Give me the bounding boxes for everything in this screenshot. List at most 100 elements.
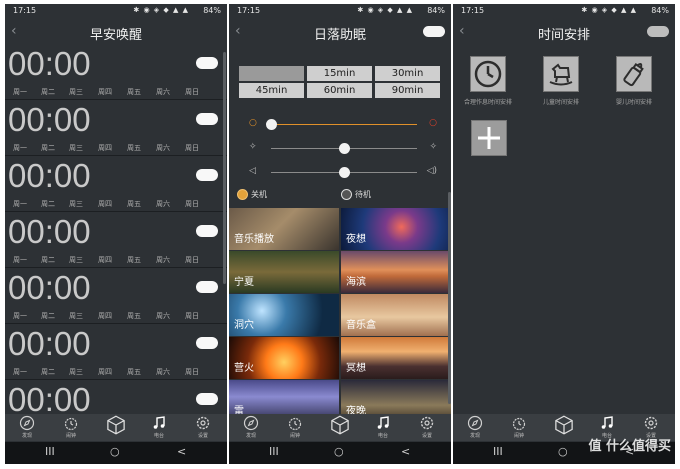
volume-slider[interactable]: ◁ ◁) (249, 166, 437, 180)
alarm-row[interactable]: 00:00 周一 周二 周三 周四 周五 周六 周日 (5, 100, 227, 156)
weekday-label[interactable]: 周一 (13, 311, 27, 321)
radio-standby[interactable]: 待机 (341, 189, 371, 200)
weekday-label[interactable]: 周五 (127, 311, 141, 321)
nav-item[interactable]: 闹钟 (53, 415, 89, 439)
alarm-row[interactable]: 00:00 周一 周二 周三 周四 周五 周六 周日 (5, 156, 227, 212)
sleep-aid-toggle[interactable] (423, 26, 445, 37)
sound-tile[interactable]: 营火 (229, 337, 339, 379)
weekday-label[interactable]: 周二 (41, 367, 55, 377)
timer-preset-button[interactable]: 30min (375, 66, 440, 81)
weekday-label[interactable]: 周二 (41, 311, 55, 321)
alarm-toggle[interactable] (196, 169, 218, 181)
weekday-label[interactable]: 周六 (156, 143, 170, 153)
nav-item[interactable] (322, 415, 358, 436)
nav-item[interactable]: 闹钟 (277, 415, 313, 439)
weekday-label[interactable]: 周日 (185, 255, 199, 265)
nav-item[interactable]: 设置 (409, 415, 445, 439)
timer-preset-button[interactable] (239, 66, 304, 81)
sound-tile[interactable]: 洞穴 (229, 294, 339, 336)
weekday-label[interactable]: 周一 (13, 87, 27, 97)
alarm-time[interactable]: 00:00 (8, 101, 91, 139)
slider-knob[interactable] (266, 119, 277, 130)
system-back-button[interactable]: < (401, 445, 410, 458)
add-schedule-button[interactable] (471, 120, 507, 156)
weekday-label[interactable]: 周二 (41, 199, 55, 209)
weekday-label[interactable]: 周四 (98, 199, 112, 209)
timer-preset-button[interactable]: 60min (307, 83, 372, 98)
nav-item[interactable]: 发现 (457, 415, 493, 439)
nav-item[interactable] (98, 415, 134, 436)
recent-apps-button[interactable]: III (269, 445, 279, 458)
weekday-label[interactable]: 周日 (185, 199, 199, 209)
timer-preset-button[interactable]: 15min (307, 66, 372, 81)
weekday-label[interactable]: 周五 (127, 143, 141, 153)
alarm-time[interactable]: 00:00 (8, 157, 91, 195)
schedule-item-child[interactable]: 儿童时间安排 (526, 56, 596, 106)
weekday-label[interactable]: 周五 (127, 199, 141, 209)
schedule-toggle[interactable] (647, 26, 669, 37)
recent-apps-button[interactable]: III (45, 445, 55, 458)
nav-item[interactable]: 设置 (185, 415, 221, 439)
alarm-toggle[interactable] (196, 393, 218, 405)
alarm-row[interactable]: 00:00 周一 周二 周三 周四 周五 周六 周日 (5, 268, 227, 324)
nav-item[interactable]: 电台 (141, 415, 177, 439)
alarm-time[interactable]: 00:00 (8, 45, 91, 83)
weekday-label[interactable]: 周二 (41, 143, 55, 153)
sound-tile[interactable]: 音乐播放 (229, 208, 339, 250)
weekday-label[interactable]: 周四 (98, 143, 112, 153)
alarm-time[interactable]: 00:00 (8, 325, 91, 363)
alarm-row[interactable]: 00:00 周一 周二 周三 周四 周五 周六 周日 (5, 44, 227, 100)
sound-tile[interactable]: 冥想 (341, 337, 451, 379)
alarm-time[interactable]: 00:00 (8, 213, 91, 251)
alarm-time[interactable]: 00:00 (8, 269, 91, 307)
radio-shutdown[interactable]: 关机 (237, 189, 267, 200)
weekday-label[interactable]: 周一 (13, 255, 27, 265)
weekday-label[interactable]: 周三 (69, 199, 83, 209)
weekday-label[interactable]: 周三 (69, 255, 83, 265)
weekday-label[interactable]: 周一 (13, 199, 27, 209)
scrollbar[interactable] (223, 52, 226, 284)
home-button[interactable]: ○ (558, 445, 568, 458)
alarm-row[interactable]: 00:00 周一 周二 周三 周四 周五 周六 周日 (5, 324, 227, 380)
weekday-label[interactable]: 周五 (127, 367, 141, 377)
timer-preset-button[interactable]: 45min (239, 83, 304, 98)
home-button[interactable]: ○ (334, 445, 344, 458)
system-back-button[interactable]: < (177, 445, 186, 458)
home-button[interactable]: ○ (110, 445, 120, 458)
sound-tile[interactable]: 夜想 (341, 208, 451, 250)
nav-item[interactable] (546, 415, 582, 436)
weekday-label[interactable]: 周日 (185, 367, 199, 377)
schedule-item-baby[interactable]: 婴儿时间安排 (599, 56, 669, 106)
weekday-label[interactable]: 周六 (156, 199, 170, 209)
sound-tile[interactable]: 海滨 (341, 251, 451, 293)
weekday-label[interactable]: 周四 (98, 87, 112, 97)
slider-knob[interactable] (339, 143, 350, 154)
weekday-label[interactable]: 周日 (185, 143, 199, 153)
weekday-label[interactable]: 周二 (41, 255, 55, 265)
weekday-label[interactable]: 周四 (98, 311, 112, 321)
alarm-toggle[interactable] (196, 281, 218, 293)
alarm-toggle[interactable] (196, 113, 218, 125)
weekday-label[interactable]: 周四 (98, 367, 112, 377)
nav-item[interactable]: 发现 (233, 415, 269, 439)
weekday-label[interactable]: 周六 (156, 87, 170, 97)
timer-preset-button[interactable]: 90min (375, 83, 440, 98)
alarm-toggle[interactable] (196, 337, 218, 349)
weekday-label[interactable]: 周五 (127, 255, 141, 265)
weekday-label[interactable]: 周三 (69, 143, 83, 153)
brightness-slider[interactable]: ✧ ✧ (249, 142, 437, 156)
weekday-label[interactable]: 周一 (13, 143, 27, 153)
weekday-label[interactable]: 周三 (69, 311, 83, 321)
brightness-color-slider[interactable]: ○ ○ (249, 118, 437, 132)
alarm-toggle[interactable] (196, 57, 218, 69)
weekday-label[interactable]: 周二 (41, 87, 55, 97)
sound-tile[interactable]: 音乐盒 (341, 294, 451, 336)
schedule-item-routine[interactable]: 合理作息时间安排 (453, 56, 523, 106)
alarm-toggle[interactable] (196, 225, 218, 237)
nav-item[interactable]: 闹钟 (501, 415, 537, 439)
weekday-label[interactable]: 周一 (13, 367, 27, 377)
alarm-row[interactable]: 00:00 周一 周二 周三 周四 周五 周六 周日 (5, 212, 227, 268)
weekday-label[interactable]: 周六 (156, 255, 170, 265)
recent-apps-button[interactable]: III (493, 445, 503, 458)
nav-item[interactable]: 发现 (9, 415, 45, 439)
